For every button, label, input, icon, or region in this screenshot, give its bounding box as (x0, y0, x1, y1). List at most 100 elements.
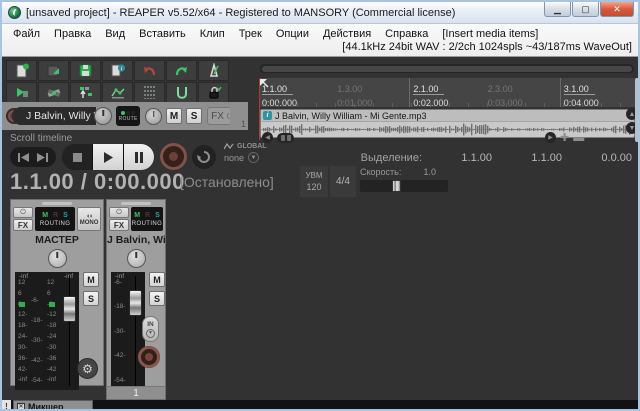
menu-item[interactable]: [Insert media items] (435, 27, 545, 41)
envelope-points-icon[interactable] (102, 82, 133, 103)
fx-button[interactable]: FX (13, 219, 33, 231)
stop-button[interactable] (62, 144, 92, 170)
strip-handle[interactable] (121, 202, 151, 205)
route-button[interactable]: ROUTE (116, 106, 140, 126)
automation-mode: none (224, 153, 244, 163)
menu-item[interactable]: Опции (269, 27, 316, 41)
menu-item[interactable]: Справка (378, 27, 435, 41)
pan-scroll-handle[interactable] (277, 133, 294, 143)
media-item-header[interactable]: i J Balvin, Willy William - Mi Gente.mp3 (261, 110, 634, 122)
minimize-button[interactable]: ▁ (544, 2, 571, 17)
open-project-icon[interactable] (38, 60, 69, 81)
menu-item[interactable]: Файл (6, 27, 47, 41)
selection-start[interactable]: 1.1.00 (422, 152, 492, 164)
close-button[interactable]: ✕ (600, 2, 634, 17)
global-automation[interactable]: GLOBAL none ▼ (224, 143, 276, 163)
item-grouping-icon[interactable] (6, 82, 37, 103)
menu-item[interactable]: Вставить (132, 27, 193, 41)
volume-fader[interactable] (129, 290, 142, 316)
loop-points-icon[interactable] (166, 82, 197, 103)
new-project-icon[interactable] (6, 60, 37, 81)
solo-button[interactable]: S (186, 108, 202, 124)
rate-slider[interactable] (360, 180, 448, 192)
mono-button[interactable]: ◖◗ MONO (77, 207, 101, 231)
routing-button[interactable]: M R S ROUTING (131, 207, 163, 231)
time-signature[interactable]: 4/4 (330, 166, 356, 197)
track-meter[interactable]: -inf -6--18--30--42--54- (111, 272, 145, 390)
fx-power-icon[interactable]: ⏻ (13, 207, 33, 218)
undo-icon[interactable] (134, 60, 165, 81)
window-title: [unsaved project] - REAPER v5.52/x64 - R… (26, 7, 455, 19)
bpm-box[interactable]: УВМ 120 (300, 166, 328, 197)
close-tab-icon[interactable]: ✕ (17, 403, 25, 411)
tab-mixer[interactable]: ✕ Микшер (13, 400, 93, 411)
route-label: ROUTE (119, 116, 138, 122)
audio-status: [44.1kHz 24bit WAV : 2/2ch 1024spls ~43/… (342, 41, 632, 53)
scale-label: -18- (114, 304, 127, 311)
fx-power-icon[interactable]: ⏻ (109, 207, 129, 218)
vertical-scrollbar[interactable] (635, 78, 640, 142)
title-bar[interactable]: [unsaved project] - REAPER v5.52/x64 - R… (2, 2, 638, 24)
scale-label: 36- (18, 356, 31, 363)
horizontal-scrollbar-thumb[interactable] (262, 66, 632, 72)
scale-label: -42- (114, 353, 127, 360)
rate-slider-handle[interactable] (392, 180, 401, 192)
master-meter[interactable]: -inf -inf 1266-12-18-24-30-36-42--inf -6… (15, 272, 79, 390)
maximize-button[interactable]: ▢ (572, 2, 599, 17)
go-to-end-button[interactable] (36, 153, 49, 162)
menu-item[interactable]: Трек (232, 27, 269, 41)
record-arm-button[interactable] (138, 346, 160, 368)
zoom-in-button[interactable]: ✚ (560, 133, 569, 143)
track-name[interactable]: J Balvin, Willy Willia (12, 107, 96, 125)
lock-settings-icon[interactable] (198, 82, 229, 103)
time-display[interactable]: 1.1.00 / 0:00.000 (10, 169, 185, 195)
docker-alert-button[interactable]: ! (2, 400, 11, 411)
scale-label: -18 (47, 323, 61, 330)
repeat-button[interactable] (192, 145, 216, 169)
mute-button[interactable]: M (166, 108, 182, 124)
scroll-left-button[interactable]: ◀ (262, 132, 273, 143)
save-project-icon[interactable] (70, 60, 101, 81)
project-settings-icon[interactable]: i (102, 60, 133, 81)
mono-label: MONO (80, 220, 99, 226)
chevron-down-icon[interactable]: ▼ (248, 152, 259, 163)
strip-name[interactable]: J Balvin, Willy (107, 234, 165, 246)
volume-fader[interactable] (63, 296, 76, 322)
edit-cursor-marker (260, 79, 270, 89)
snap-toggle-icon[interactable] (70, 82, 101, 103)
record-button[interactable] (160, 143, 187, 170)
pause-button[interactable] (123, 144, 154, 170)
zoom-out-button[interactable]: ▬ (573, 133, 584, 143)
routing-button[interactable]: M R S ROUTING (35, 207, 75, 231)
input-select-button[interactable]: IN ▼ (142, 316, 159, 342)
mute-button[interactable]: M (149, 272, 165, 287)
routing-r: R (53, 212, 58, 219)
menu-item[interactable]: Действия (316, 27, 378, 41)
ripple-edit-icon[interactable] (38, 82, 69, 103)
selection-length[interactable]: 0.0.00 (562, 152, 632, 164)
pan-knob[interactable] (145, 108, 162, 125)
menu-item[interactable]: Клип (193, 27, 232, 41)
selection-end[interactable]: 1.1.00 (492, 152, 562, 164)
menu-item[interactable]: Вид (98, 27, 132, 41)
gear-icon[interactable]: ⚙ (77, 358, 98, 379)
pan-knob[interactable] (48, 249, 67, 268)
fx-button[interactable]: FX (109, 219, 129, 231)
strip-handle[interactable] (42, 202, 72, 205)
solo-button[interactable]: S (83, 291, 99, 306)
strip-name[interactable]: МАСТЕР (11, 234, 103, 246)
play-button[interactable] (92, 144, 123, 170)
mute-button[interactable]: M (83, 272, 99, 287)
menu-item[interactable]: Правка (47, 27, 98, 41)
metronome-icon[interactable] (198, 60, 229, 81)
solo-button[interactable]: S (149, 291, 165, 306)
scroll-right-button[interactable]: ▶ (545, 132, 556, 143)
horizontal-scrollbar[interactable] (260, 64, 634, 73)
redo-icon[interactable] (166, 60, 197, 81)
grid-lines-icon[interactable] (134, 82, 165, 103)
item-info-icon[interactable]: i (263, 111, 272, 120)
volume-knob[interactable] (94, 107, 112, 125)
pan-knob[interactable] (127, 249, 146, 268)
track-panel-tail: 1 (230, 102, 248, 130)
go-to-start-button[interactable] (17, 153, 30, 162)
